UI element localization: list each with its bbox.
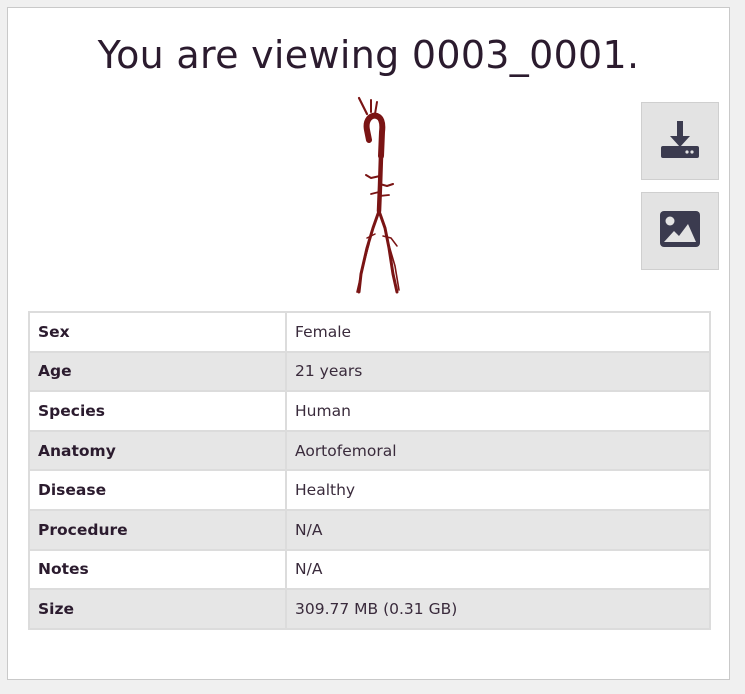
table-row: Size 309.77 MB (0.31 GB) [28, 588, 711, 630]
info-label: Species [28, 390, 287, 432]
info-value: N/A [285, 508, 711, 551]
info-value: Human [285, 390, 711, 432]
info-label: Age [28, 350, 287, 393]
table-row: Procedure N/A [28, 508, 711, 551]
info-value: Aortofemoral [285, 429, 711, 472]
info-value: Healthy [285, 469, 711, 511]
info-label: Sex [28, 311, 287, 353]
info-label: Procedure [28, 508, 287, 551]
table-row: Notes N/A [28, 548, 711, 591]
table-row: Anatomy Aortofemoral [28, 429, 711, 472]
table-row: Age 21 years [28, 350, 711, 393]
model-info-table: Sex Female Age 21 years Species Human An… [28, 311, 711, 630]
image-button[interactable] [641, 192, 719, 270]
info-label: Anatomy [28, 429, 287, 472]
model-viewer-panel: You are viewing 0003_0001. Sex Female Ag… [7, 7, 730, 680]
info-label: Disease [28, 469, 287, 511]
info-label: Size [28, 588, 287, 630]
table-row: Species Human [28, 390, 711, 432]
download-icon [659, 118, 701, 164]
table-row: Sex Female [28, 311, 711, 353]
page-title: You are viewing 0003_0001. [97, 33, 640, 77]
info-value: Female [285, 311, 711, 353]
download-button[interactable] [641, 102, 719, 180]
table-row: Disease Healthy [28, 469, 711, 511]
info-value: 21 years [285, 350, 711, 393]
vessel-model-thumbnail[interactable] [333, 96, 413, 296]
info-label: Notes [28, 548, 287, 591]
image-icon [659, 210, 701, 252]
info-value: N/A [285, 548, 711, 591]
info-value: 309.77 MB (0.31 GB) [285, 588, 711, 630]
